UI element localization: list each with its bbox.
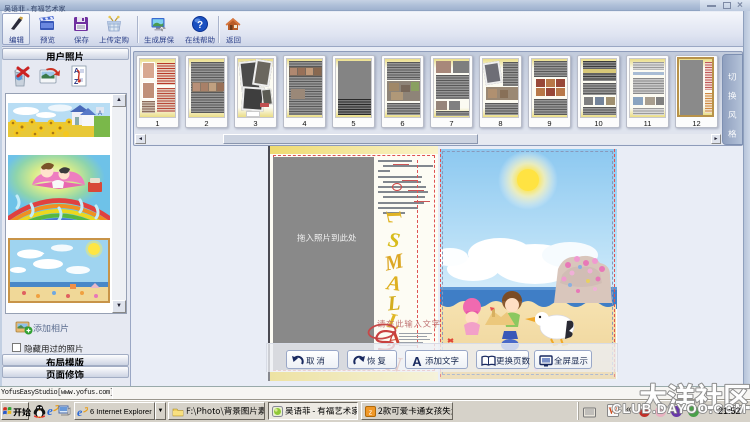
svg-text:A: A [412, 355, 422, 367]
svg-text:A: A [98, 111, 102, 117]
svg-text:e: e [47, 404, 53, 417]
svg-text:e: e [77, 406, 83, 418]
svg-text:?: ? [197, 20, 203, 31]
svg-text:z: z [369, 410, 373, 417]
